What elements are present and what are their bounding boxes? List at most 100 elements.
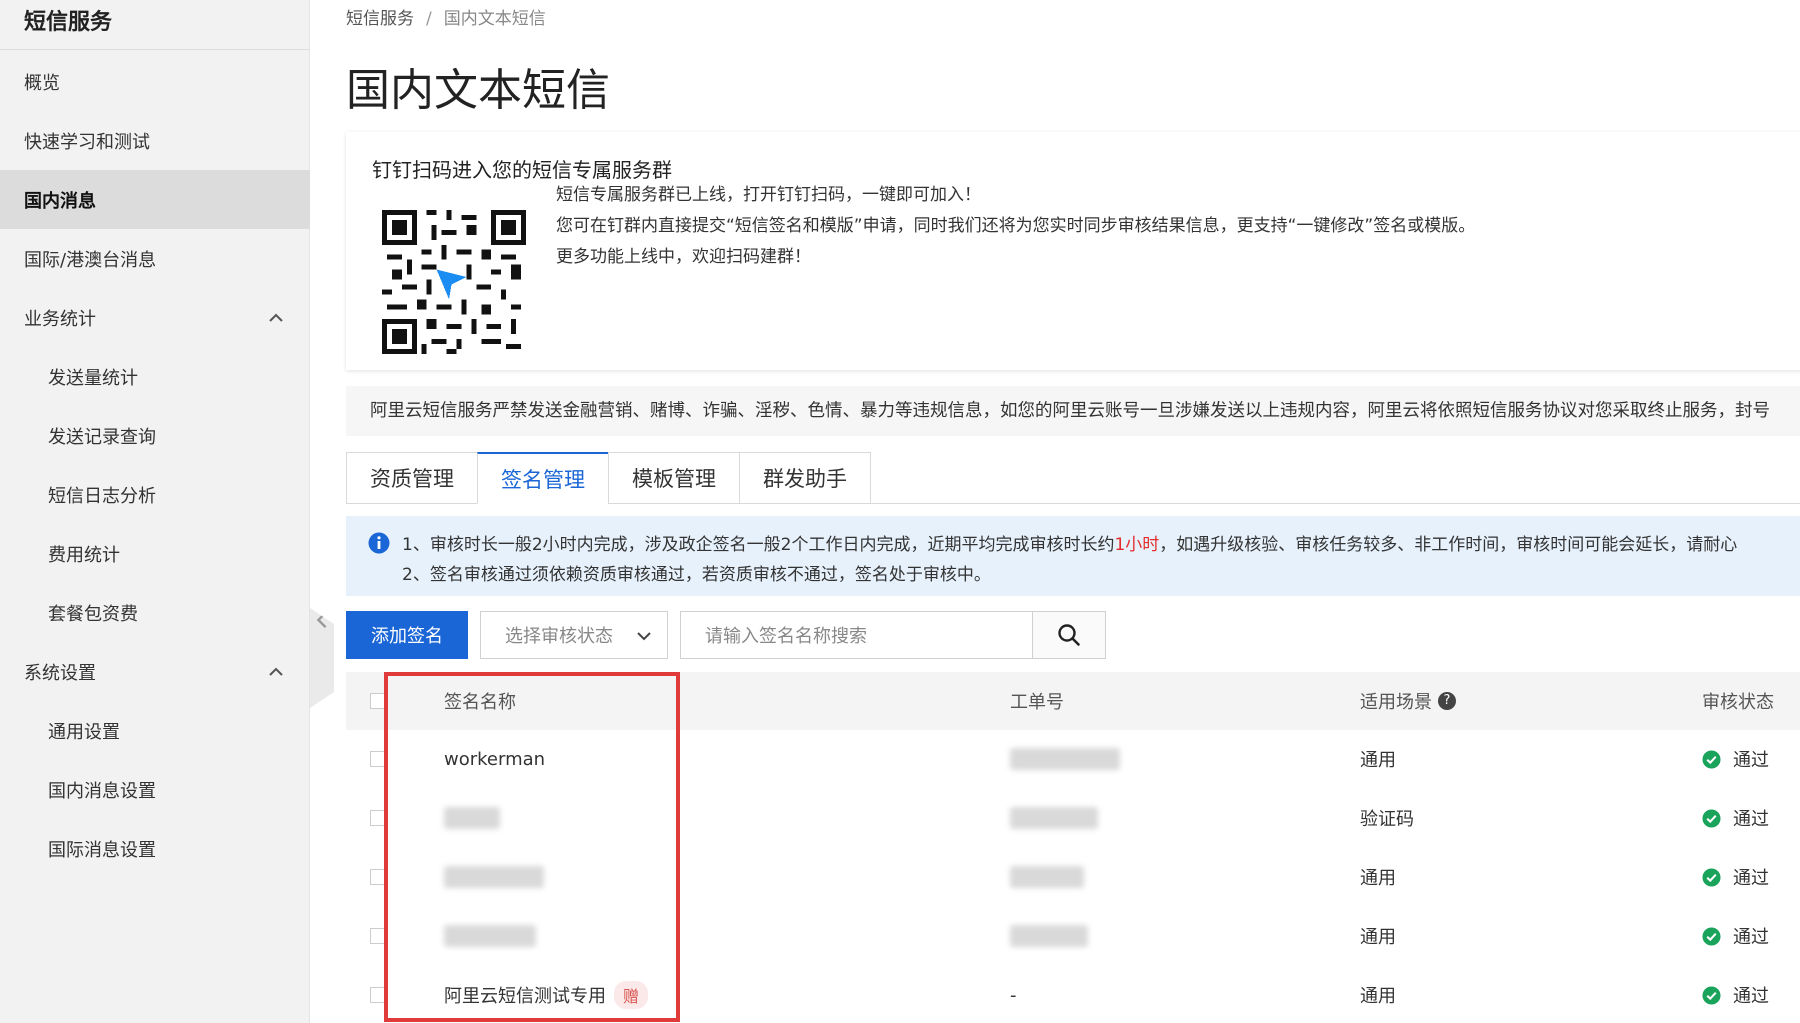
signature-name-redacted — [444, 907, 536, 965]
checkbox[interactable] — [370, 987, 386, 1003]
check-circle-icon — [1702, 926, 1721, 946]
notice-line: 您可在钉群内直接提交“短信签名和模版”申请，同时我们还将为您实时同步审核结果信息… — [556, 216, 1476, 236]
sidebar-item-general-settings[interactable]: 通用设置 — [0, 701, 310, 760]
check-circle-icon — [1702, 867, 1721, 887]
signature-name-redacted — [444, 848, 544, 906]
page-title: 国内文本短信 — [346, 65, 610, 116]
main-content: 短信服务 / 国内文本短信 国内文本短信 钉钉扫码进入您的短信专属服务群 短信专… — [310, 0, 1800, 1023]
signature-name-label: 阿里云短信测试专用 — [444, 986, 606, 1007]
notice-title: 钉钉扫码进入您的短信专属服务群 — [372, 158, 672, 182]
sidebar-group-settings[interactable]: 系统设置 — [0, 642, 310, 701]
sidebar-item-domestic-settings[interactable]: 国内消息设置 — [0, 760, 310, 819]
sidebar-item-international[interactable]: 国际/港澳台消息 — [0, 229, 310, 288]
tab-template[interactable]: 模板管理 — [608, 452, 740, 504]
sidebar-item-quickstart[interactable]: 快速学习和测试 — [0, 111, 310, 170]
column-header-order: 工单号 — [1010, 692, 1064, 713]
signature-name: 阿里云短信测试专用赠 — [444, 966, 649, 1023]
row-checkbox-cell[interactable] — [370, 848, 386, 906]
sidebar-item-log-analysis[interactable]: 短信日志分析 — [0, 465, 310, 524]
sidebar-item-label: 概览 — [24, 72, 60, 94]
table-row: 通用 通过 — [346, 848, 1800, 908]
compliance-warning: 阿里云短信服务严禁发送金融营销、赌博、诈骗、淫秽、色情、暴力等违规信息，如您的阿… — [346, 386, 1800, 436]
status-label: 通过 — [1733, 809, 1769, 830]
tab-signature[interactable]: 签名管理 — [477, 452, 609, 504]
status-label: 通过 — [1733, 986, 1769, 1007]
checkbox[interactable] — [370, 928, 386, 944]
table-row: 验证码 通过 — [346, 789, 1800, 849]
checkbox[interactable] — [370, 810, 386, 826]
column-header-status: 审核状态 — [1702, 692, 1774, 713]
check-circle-icon — [1702, 808, 1721, 828]
row-checkbox-cell[interactable] — [370, 966, 386, 1023]
sidebar-item-international-settings[interactable]: 国际消息设置 — [0, 819, 310, 878]
scene: 通用 — [1360, 868, 1396, 889]
search-button[interactable] — [1032, 611, 1106, 659]
check-circle-icon — [1702, 749, 1721, 769]
checkbox[interactable] — [370, 693, 386, 709]
info-text: ，如遇升级核验、审核任务较多、非工作时间，审核时间可能会延长，请耐心 — [1159, 535, 1738, 555]
column-header-scene: 适用场景? — [1360, 672, 1456, 730]
sidebar-item-label: 套餐包资费 — [48, 603, 138, 625]
row-checkbox-cell[interactable] — [370, 730, 386, 788]
select-all-checkbox[interactable] — [370, 672, 386, 730]
table-row: workerman 通用 通过 — [346, 730, 1800, 790]
column-header-name: 签名名称 — [444, 692, 516, 713]
add-signature-button[interactable]: 添加签名 — [346, 611, 468, 659]
breadcrumb-root[interactable]: 短信服务 — [346, 9, 414, 29]
sidebar-title: 短信服务 — [24, 10, 113, 35]
tab-qualification[interactable]: 资质管理 — [346, 452, 478, 504]
column-header-label: 适用场景 — [1360, 692, 1432, 713]
scene: 通用 — [1360, 750, 1396, 771]
table-row: 阿里云短信测试专用赠 - 通用 通过 — [346, 966, 1800, 1023]
sidebar-item-label: 系统设置 — [24, 662, 96, 684]
redacted-block — [1010, 748, 1120, 770]
signature-search-input[interactable]: 请输入签名名称搜索 — [680, 611, 1034, 659]
row-checkbox-cell[interactable] — [370, 907, 386, 965]
sidebar-item-label: 快速学习和测试 — [24, 131, 150, 153]
search-icon — [1058, 624, 1080, 646]
signature-name: workerman — [444, 748, 546, 770]
chevron-up-icon — [269, 667, 283, 676]
sidebar-item-label: 发送记录查询 — [48, 426, 156, 448]
sidebar-item-label: 业务统计 — [24, 308, 96, 330]
scene: 通用 — [1360, 927, 1396, 948]
sidebar-item-overview[interactable]: 概览 — [0, 52, 310, 111]
sidebar-divider — [0, 49, 310, 50]
checkbox[interactable] — [370, 751, 386, 767]
signature-name-redacted — [444, 789, 500, 847]
order-number: - — [1010, 984, 1017, 1006]
info-line-2: 2、签名审核通过须依赖资质审核通过，若资质审核不通过，签名处于审核中。 — [402, 565, 991, 585]
sidebar-item-cost-stats[interactable]: 费用统计 — [0, 524, 310, 583]
review-status: 通过 — [1702, 907, 1769, 965]
sidebar-item-domestic[interactable]: 国内消息 — [0, 170, 310, 229]
info-line-1: 1、审核时长一般2小时内完成，涉及政企签名一般2个工作日内完成，近期平均完成审核… — [402, 530, 1737, 555]
redacted-block — [1010, 807, 1098, 829]
breadcrumb-current: 国内文本短信 — [443, 9, 546, 29]
redacted-block — [444, 866, 544, 888]
status-label: 通过 — [1733, 927, 1769, 948]
order-number-redacted — [1010, 848, 1084, 906]
table-header: 签名名称 工单号 适用场景? 审核状态 — [346, 672, 1800, 730]
checkbox[interactable] — [370, 869, 386, 885]
review-info-box: 1、审核时长一般2小时内完成，涉及政企签名一般2个工作日内完成，近期平均完成审核… — [346, 516, 1800, 596]
sidebar-item-send-stats[interactable]: 发送量统计 — [0, 347, 310, 406]
sidebar: 短信服务 概览 快速学习和测试 国内消息 国际/港澳台消息 业务统计 发送量统计… — [0, 0, 310, 1023]
row-checkbox-cell[interactable] — [370, 789, 386, 847]
order-number-redacted — [1010, 789, 1098, 847]
redacted-block — [444, 807, 500, 829]
check-circle-icon — [1702, 985, 1721, 1005]
chevron-up-icon — [269, 313, 283, 322]
status-select[interactable]: 选择审核状态 — [480, 611, 668, 659]
sidebar-item-package[interactable]: 套餐包资费 — [0, 583, 310, 642]
qr-code-icon — [382, 210, 526, 354]
help-icon[interactable]: ? — [1438, 692, 1456, 710]
sidebar-group-statistics[interactable]: 业务统计 — [0, 288, 310, 347]
redacted-block — [1010, 925, 1088, 947]
order-number-redacted — [1010, 730, 1120, 788]
status-label: 通过 — [1733, 868, 1769, 889]
sidebar-item-label: 发送量统计 — [48, 367, 138, 389]
chevron-down-icon — [637, 632, 651, 641]
sidebar-item-send-records[interactable]: 发送记录查询 — [0, 406, 310, 465]
tab-bulk-send[interactable]: 群发助手 — [739, 452, 871, 504]
status-select-placeholder: 选择审核状态 — [505, 626, 613, 647]
